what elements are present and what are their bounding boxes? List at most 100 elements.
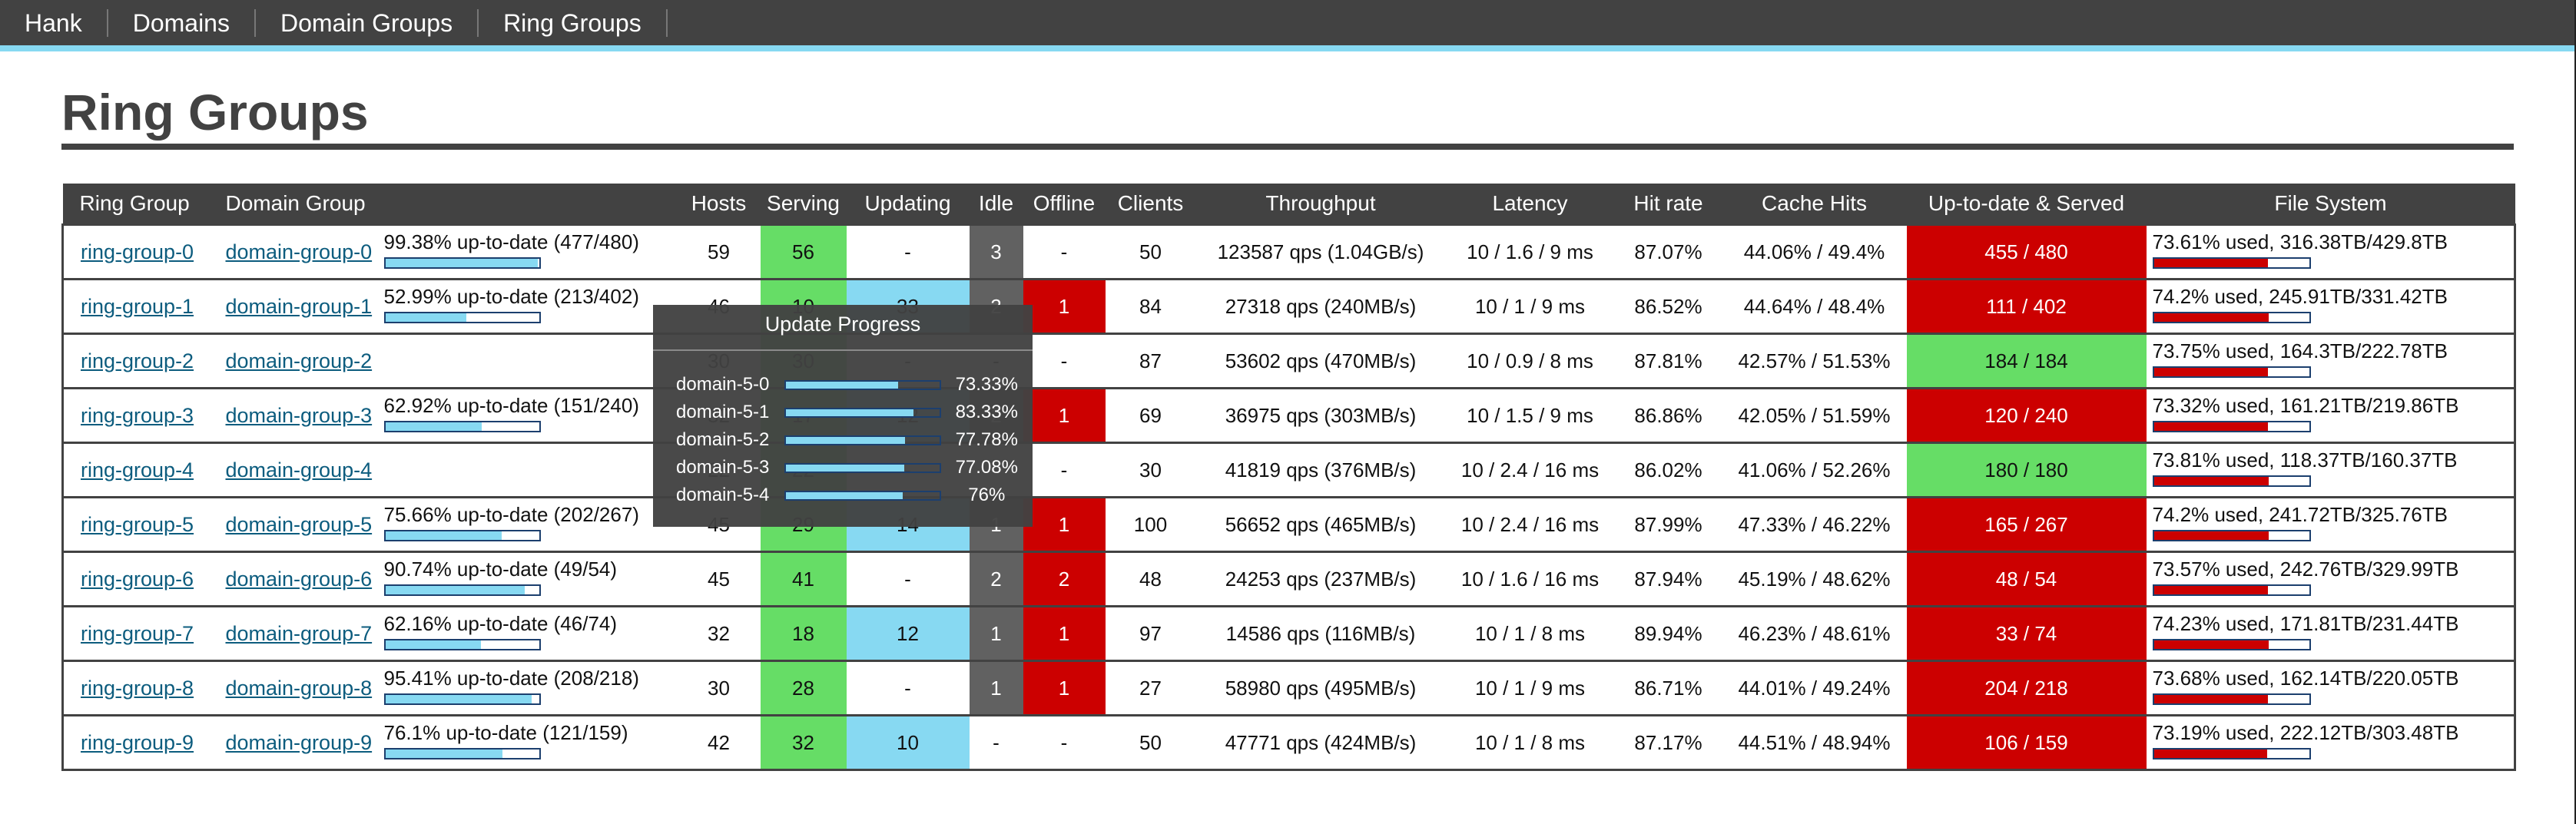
latency-cell: 10 / 1 / 8 ms <box>1445 605 1615 661</box>
domain-group-cell: domain-group-2 <box>208 333 378 389</box>
hit-rate-cell: 89.94% <box>1614 605 1722 661</box>
ring-group-cell: ring-group-4 <box>61 442 209 498</box>
ring-group-link[interactable]: ring-group-7 <box>81 622 194 645</box>
update-progress-text: 99.38% up-to-date (477/480) <box>383 230 639 253</box>
col-header-latency[interactable]: Latency <box>1445 184 1615 225</box>
hit-rate-cell: 87.07% <box>1614 223 1722 280</box>
ring-group-link[interactable]: ring-group-6 <box>81 568 194 591</box>
updating-cell: - <box>846 660 970 716</box>
col-header-ring-group[interactable]: Ring Group <box>62 184 209 225</box>
tooltip-domain-label: domain-5-4 <box>676 485 770 505</box>
col-header-up-to-date-served[interactable]: Up-to-date & Served <box>1906 184 2147 225</box>
domain-group-link[interactable]: domain-group-9 <box>226 731 373 754</box>
col-header-domain-group[interactable]: Domain Group <box>208 184 378 225</box>
cache-hits-cell: 42.05% / 51.59% <box>1722 387 1907 443</box>
clients-cell: 30 <box>1105 442 1196 498</box>
ring-group-cell: ring-group-3 <box>61 387 209 443</box>
tooltip-domain-row: domain-5-2 77.78% <box>653 426 1033 454</box>
idle-cell: 1 <box>969 605 1023 661</box>
up-to-date-served-cell: 111 / 402 <box>1906 278 2147 334</box>
file-system-text: 73.75% used, 164.3TB/222.78TB <box>2152 339 2448 362</box>
update-progress-cell[interactable] <box>377 442 678 498</box>
throughput-cell: 24253 qps (237MB/s) <box>1195 551 1446 607</box>
cache-hits-cell: 41.06% / 52.26% <box>1722 442 1907 498</box>
tooltip-progress-value: 77.78% <box>955 429 1018 450</box>
update-progress-cell[interactable]: 75.66% up-to-date (202/267) <box>377 496 678 552</box>
latency-cell: 10 / 0.9 / 8 ms <box>1445 333 1615 389</box>
ring-group-cell: ring-group-1 <box>61 278 209 334</box>
offline-cell: 2 <box>1023 551 1106 607</box>
domain-group-link[interactable]: domain-group-6 <box>226 568 373 591</box>
col-header-updating[interactable]: Updating <box>846 184 970 225</box>
serving-cell: 28 <box>760 660 847 716</box>
updating-cell: 10 <box>846 714 970 771</box>
update-progress-cell[interactable]: 62.16% up-to-date (46/74) <box>377 605 678 661</box>
update-progress-fill <box>385 531 502 540</box>
ring-group-link[interactable]: ring-group-4 <box>81 458 194 481</box>
nav-brand-hank[interactable]: Hank <box>0 8 108 37</box>
domain-group-link[interactable]: domain-group-7 <box>226 622 373 645</box>
nav-item-ring-groups[interactable]: Ring Groups <box>479 8 668 37</box>
offline-cell: - <box>1023 442 1106 498</box>
file-system-cell: 73.68% used, 162.14TB/220.05TB <box>2146 660 2516 716</box>
file-system-text: 74.23% used, 171.81TB/231.44TB <box>2152 611 2459 635</box>
table-row: ring-group-3 domain-group-3 62.92% up-to-d… <box>61 387 2516 443</box>
col-header-throughput[interactable]: Throughput <box>1195 184 1446 225</box>
domain-group-cell: domain-group-5 <box>208 496 378 552</box>
nav-item-domains[interactable]: Domains <box>108 8 256 37</box>
clients-cell: 50 <box>1105 714 1196 771</box>
domain-group-link[interactable]: domain-group-4 <box>226 458 373 481</box>
col-header-file-system[interactable]: File System <box>2146 184 2515 225</box>
update-progress-cell[interactable]: 62.92% up-to-date (151/240) <box>377 387 678 443</box>
col-header-offline[interactable]: Offline <box>1023 184 1106 225</box>
nav-accent-strip <box>0 45 2576 51</box>
domain-group-link[interactable]: domain-group-2 <box>226 349 373 372</box>
col-header-clients[interactable]: Clients <box>1105 184 1196 225</box>
ring-group-link[interactable]: ring-group-3 <box>81 404 194 427</box>
ring-group-link[interactable]: ring-group-8 <box>81 677 194 700</box>
ring-group-cell: ring-group-6 <box>61 551 209 607</box>
file-system-usage-fill <box>2153 422 2268 431</box>
hit-rate-cell: 87.81% <box>1614 333 1722 389</box>
col-header-cache-hits[interactable]: Cache Hits <box>1722 184 1907 225</box>
ring-group-link[interactable]: ring-group-0 <box>81 240 194 263</box>
nav-item-domain-groups[interactable]: Domain Groups <box>256 8 479 37</box>
col-header-hosts[interactable]: Hosts <box>677 184 761 225</box>
tooltip-progress-bar <box>784 490 941 501</box>
ring-group-link[interactable]: ring-group-1 <box>81 295 194 318</box>
domain-group-link[interactable]: domain-group-8 <box>226 677 373 700</box>
tooltip-progress-value: 77.08% <box>955 457 1018 478</box>
domain-group-link[interactable]: domain-group-1 <box>226 295 373 318</box>
offline-cell: 1 <box>1023 496 1106 552</box>
domain-group-link[interactable]: domain-group-3 <box>226 404 373 427</box>
update-progress-cell[interactable] <box>377 333 678 389</box>
up-to-date-served-cell: 204 / 218 <box>1906 660 2147 716</box>
idle-cell: 1 <box>969 660 1023 716</box>
ring-group-cell: ring-group-7 <box>61 605 209 661</box>
ring-group-link[interactable]: ring-group-9 <box>81 731 194 754</box>
file-system-text: 73.81% used, 118.37TB/160.37TB <box>2152 448 2458 472</box>
table-row: ring-group-0 domain-group-0 99.38% up-to-d… <box>61 223 2516 280</box>
domain-group-link[interactable]: domain-group-0 <box>226 240 373 263</box>
col-header-serving[interactable]: Serving <box>760 184 847 225</box>
file-system-cell: 73.81% used, 118.37TB/160.37TB <box>2146 442 2516 498</box>
file-system-text: 74.2% used, 241.72TB/325.76TB <box>2152 502 2448 526</box>
idle-cell: 3 <box>969 223 1023 280</box>
ring-group-link[interactable]: ring-group-2 <box>81 349 194 372</box>
update-progress-cell[interactable]: 90.74% up-to-date (49/54) <box>377 551 678 607</box>
tooltip-progress-value: 83.33% <box>955 402 1018 422</box>
title-underline <box>61 144 2514 150</box>
idle-cell: - <box>969 714 1023 771</box>
update-progress-cell[interactable]: 99.38% up-to-date (477/480) <box>377 223 678 280</box>
domain-group-link[interactable]: domain-group-5 <box>226 513 373 536</box>
update-progress-text: 76.1% up-to-date (121/159) <box>383 720 628 744</box>
update-progress-cell[interactable]: 76.1% up-to-date (121/159) <box>377 714 678 771</box>
ring-group-link[interactable]: ring-group-5 <box>81 513 194 536</box>
update-progress-cell[interactable]: 95.41% up-to-date (208/218) <box>377 660 678 716</box>
col-header-hit-rate[interactable]: Hit rate <box>1614 184 1722 225</box>
col-header-idle[interactable]: Idle <box>969 184 1023 225</box>
clients-cell: 97 <box>1105 605 1196 661</box>
table-row: ring-group-7 domain-group-7 62.16% up-to-d… <box>61 605 2516 661</box>
ring-group-cell: ring-group-5 <box>61 496 209 552</box>
update-progress-cell[interactable]: 52.99% up-to-date (213/402) <box>377 278 678 334</box>
